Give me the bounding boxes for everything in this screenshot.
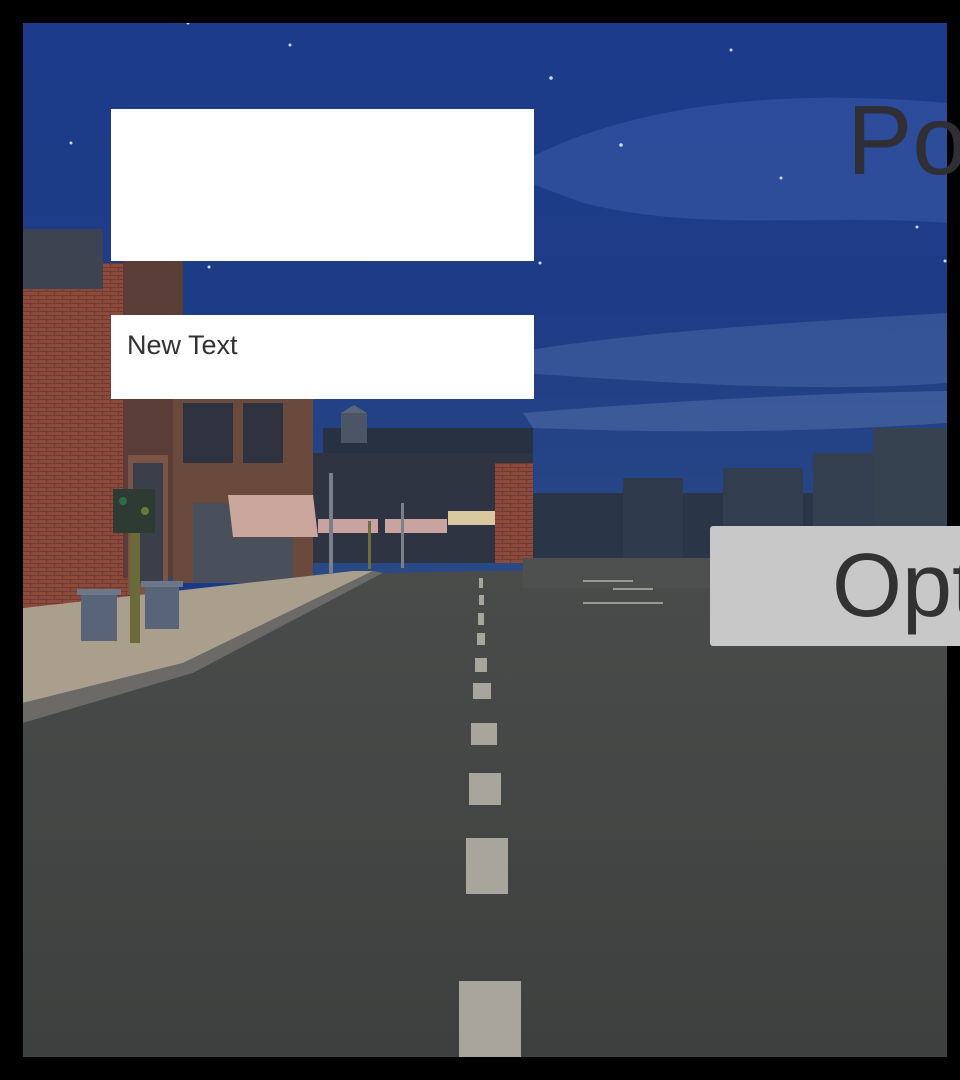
- text-panel: New Text: [111, 315, 534, 399]
- new-text-label: New Text: [127, 330, 238, 360]
- blank-panel: [111, 109, 534, 261]
- options-button[interactable]: Opt: [710, 526, 960, 646]
- game-title-fragment: Po: [847, 85, 960, 195]
- center-storefront: [313, 453, 533, 563]
- game-window: New Text Po Opt: [0, 0, 960, 1080]
